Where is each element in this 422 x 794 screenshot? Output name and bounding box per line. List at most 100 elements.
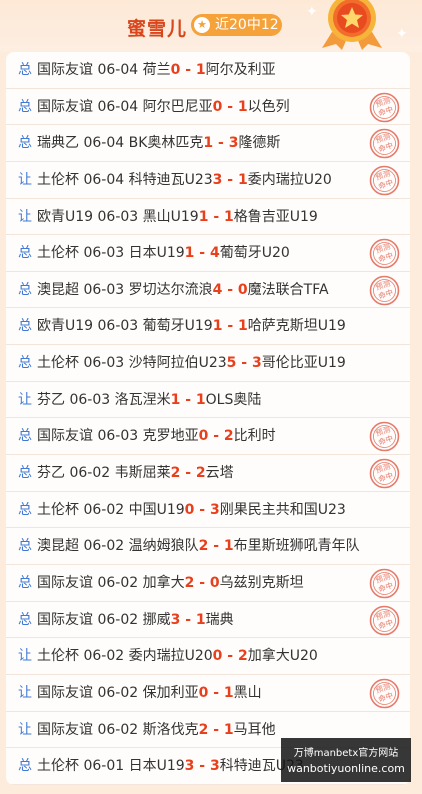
- match-score: 4 - 0: [212, 281, 248, 298]
- prediction-hit-stamp: 预测命中: [369, 568, 400, 599]
- match-info: 土伦杯 06-03 沙特阿拉伯U235 - 3哥伦比亚U19: [37, 345, 346, 381]
- home-team: 科特迪瓦U23: [128, 171, 213, 188]
- match-info: 土伦杯 06-03 日本U191 - 4葡萄牙U20: [37, 235, 290, 271]
- list-item[interactable]: 总瑞典乙 06-04 BK奥林匹克1 - 3隆德斯 预测 命中: [6, 125, 410, 162]
- list-item[interactable]: 让土伦杯 06-02 委内瑞拉U200 - 2加拿大U20: [6, 638, 410, 675]
- sparkle-icon: ✦: [396, 26, 408, 42]
- home-team: 中国U19: [128, 501, 185, 518]
- list-item[interactable]: 让土伦杯 06-04 科特迪瓦U233 - 1委内瑞拉U20 预测 命中: [6, 162, 410, 199]
- bet-type: 总: [18, 281, 32, 298]
- away-team: 布里斯班狮吼青年队: [233, 538, 360, 555]
- match-date: 06-04: [97, 62, 139, 78]
- home-team: 阿尔巴尼亚: [142, 98, 213, 115]
- away-team: 马耳他: [233, 721, 276, 738]
- list-item[interactable]: 总国际友谊 06-03 克罗地亚0 - 2比利时 预测 命中: [6, 418, 410, 456]
- home-team: BK奥林匹克: [128, 135, 204, 152]
- match-score: 0 - 1: [170, 62, 206, 78]
- league-name: 澳昆超: [37, 281, 79, 298]
- prediction-hit-stamp: 预测命中: [369, 678, 400, 709]
- match-info: 土伦杯 06-01 日本U193 - 3科特迪瓦U23: [37, 748, 304, 784]
- prediction-hit-stamp: 预测命中: [369, 275, 400, 306]
- list-item[interactable]: 总土伦杯 06-02 中国U190 - 3刚果民主共和国U23: [6, 492, 410, 529]
- match-date: 06-04: [83, 135, 125, 152]
- match-score: 2 - 0: [184, 574, 220, 591]
- prediction-list: 总国际友谊 06-04 荷兰0 - 1阿尔及利亚总国际友谊 06-04 阿尔巴尼…: [6, 52, 410, 785]
- match-date: 06-02: [97, 574, 139, 591]
- league-name: 芬乙: [37, 465, 65, 482]
- match-score: 1 - 1: [170, 391, 206, 408]
- match-date: 06-02: [83, 648, 125, 665]
- league-name: 国际友谊: [37, 98, 93, 115]
- list-item[interactable]: 让国际友谊 06-02 保加利亚0 - 1黑山 预测 命中: [6, 675, 410, 712]
- home-team: 沙特阿拉伯U23: [128, 355, 227, 372]
- away-team: 隆德斯: [238, 135, 281, 152]
- home-team: 斯洛伐克: [142, 721, 199, 738]
- league-name: 欧青U19: [37, 318, 94, 335]
- league-name: 国际友谊: [37, 721, 93, 738]
- bet-type: 让: [18, 648, 32, 665]
- match-date: 06-02: [97, 684, 139, 701]
- away-team: 哈萨克斯坦U19: [247, 318, 346, 335]
- match-info: 国际友谊 06-03 克罗地亚0 - 2比利时: [37, 418, 276, 454]
- match-date: 06-03: [83, 355, 125, 372]
- bet-type: 总: [18, 245, 32, 262]
- watermark: 万博manbetx官方网站 wanbotiyuonline.com: [281, 738, 411, 782]
- league-name: 芬乙: [37, 391, 65, 408]
- list-item[interactable]: 总国际友谊 06-02 加拿大2 - 0乌兹别克斯坦 预测 命中: [6, 565, 410, 602]
- match-date: 06-02: [97, 611, 139, 628]
- match-date: 06-03: [97, 318, 139, 335]
- match-info: 澳昆超 06-03 罗切达尔流浪4 - 0魔法联合TFA: [37, 272, 329, 308]
- bet-type: 让: [18, 171, 32, 188]
- match-info: 芬乙 06-02 韦斯屈莱2 - 2云塔: [37, 455, 234, 491]
- away-team: 格鲁吉亚U19: [233, 208, 318, 225]
- list-item[interactable]: 总国际友谊 06-04 阿尔巴尼亚0 - 1以色列 预测 命中: [6, 89, 410, 126]
- bet-type: 总: [18, 538, 32, 555]
- away-team: 魔法联合TFA: [247, 281, 329, 298]
- home-team: 日本U19: [128, 245, 185, 262]
- match-info: 澳昆超 06-02 温纳姆狼队2 - 1布里斯班狮吼青年队: [37, 528, 360, 564]
- match-date: 06-03: [97, 208, 139, 225]
- bet-type: 让: [18, 684, 32, 701]
- match-info: 土伦杯 06-02 委内瑞拉U200 - 2加拿大U20: [37, 638, 318, 674]
- match-score: 0 - 1: [212, 98, 248, 115]
- bet-type: 让: [18, 208, 32, 225]
- match-date: 06-02: [97, 721, 139, 738]
- match-date: 06-02: [69, 465, 111, 482]
- away-team: 瑞典: [205, 611, 234, 628]
- bet-type: 让: [18, 391, 32, 408]
- match-date: 06-02: [83, 538, 125, 555]
- list-item[interactable]: 总澳昆超 06-03 罗切达尔流浪4 - 0魔法联合TFA 预测 命中: [6, 272, 410, 309]
- away-team: 乌兹别克斯坦: [219, 574, 304, 591]
- list-item[interactable]: 让芬乙 06-03 洛瓦涅米1 - 1OLS奥陆: [6, 382, 410, 419]
- bet-type: 总: [18, 465, 32, 482]
- list-item[interactable]: 总澳昆超 06-02 温纳姆狼队2 - 1布里斯班狮吼青年队: [6, 528, 410, 565]
- match-info: 土伦杯 06-02 中国U190 - 3刚果民主共和国U23: [37, 492, 346, 528]
- away-team: 哥伦比亚U19: [261, 355, 346, 372]
- watermark-title: 万博manbetx官方网站: [293, 748, 399, 759]
- league-name: 国际友谊: [37, 62, 93, 78]
- bet-type: 让: [18, 721, 32, 738]
- league-name: 国际友谊: [37, 428, 93, 445]
- home-team: 葡萄牙U19: [142, 318, 213, 335]
- league-name: 土伦杯: [37, 355, 79, 372]
- list-item[interactable]: 总芬乙 06-02 韦斯屈莱2 - 2云塔 预测 命中: [6, 455, 410, 492]
- list-item[interactable]: 让欧青U19 06-03 黑山U191 - 1格鲁吉亚U19: [6, 199, 410, 236]
- match-date: 06-03: [83, 245, 125, 262]
- prediction-hit-stamp: 预测命中: [369, 458, 400, 489]
- list-item[interactable]: 总土伦杯 06-03 沙特阿拉伯U235 - 3哥伦比亚U19: [6, 345, 410, 382]
- home-team: 委内瑞拉U20: [128, 648, 213, 665]
- home-team: 温纳姆狼队: [128, 538, 199, 555]
- list-item[interactable]: 总欧青U19 06-03 葡萄牙U191 - 1哈萨克斯坦U19: [6, 308, 410, 346]
- prediction-hit-stamp: 预测命中: [369, 165, 400, 196]
- prediction-hit-stamp: 预测命中: [369, 128, 400, 159]
- match-info: 国际友谊 06-02 保加利亚0 - 1黑山: [37, 675, 262, 711]
- match-score: 0 - 3: [184, 501, 220, 518]
- list-item[interactable]: 总国际友谊 06-02 挪威3 - 1瑞典 预测 命中: [6, 602, 410, 639]
- list-item[interactable]: 总土伦杯 06-03 日本U191 - 4葡萄牙U20 预测 命中: [6, 235, 410, 272]
- match-info: 国际友谊 06-04 阿尔巴尼亚0 - 1以色列: [37, 89, 290, 125]
- match-score: 1 - 4: [184, 245, 220, 262]
- home-team: 荷兰: [142, 62, 171, 78]
- league-name: 国际友谊: [37, 611, 93, 628]
- match-score: 3 - 3: [184, 758, 220, 775]
- list-item[interactable]: 总国际友谊 06-04 荷兰0 - 1阿尔及利亚: [6, 52, 410, 89]
